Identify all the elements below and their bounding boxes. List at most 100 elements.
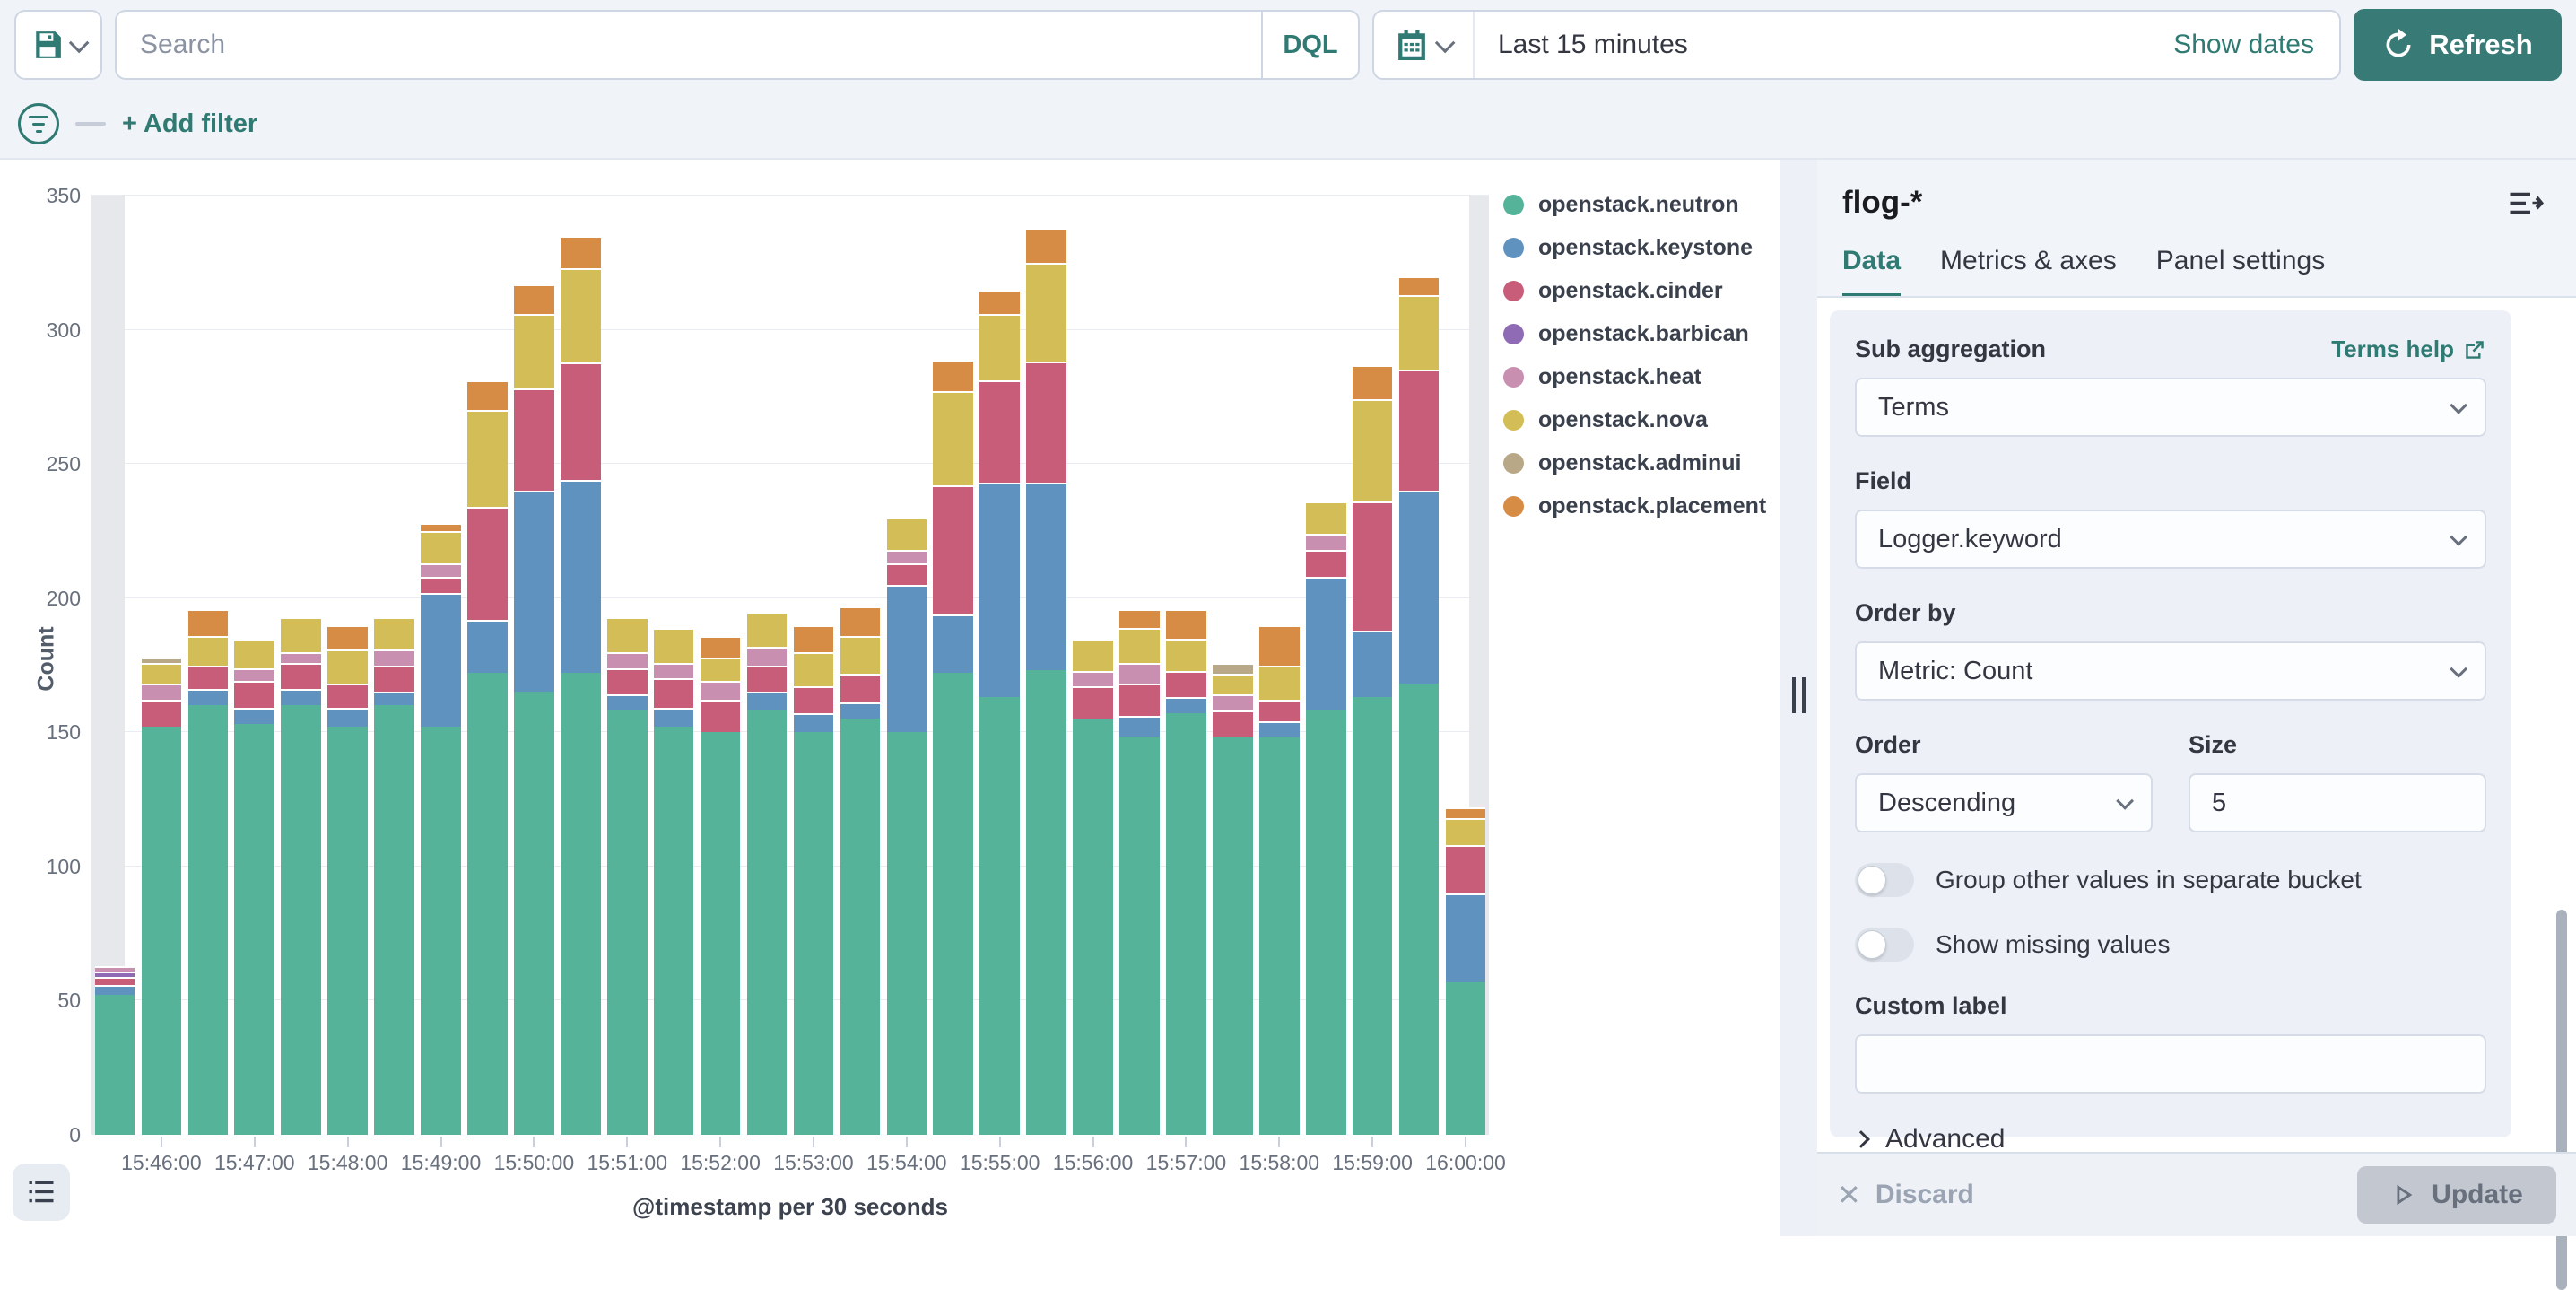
bar-segment-openstack.keystone[interactable] — [1353, 631, 1393, 698]
bar-segment-openstack.heat[interactable] — [142, 684, 182, 700]
bar-segment-openstack.nova[interactable] — [933, 391, 973, 485]
bar-segment-openstack.nova[interactable] — [1446, 818, 1486, 845]
bar-segment-openstack.nova[interactable] — [887, 518, 927, 550]
show-missing-values-toggle-row[interactable]: Show missing values — [1855, 928, 2486, 962]
bar-segment-openstack.nova[interactable] — [142, 663, 182, 684]
bar-segment-openstack.placement[interactable] — [1399, 276, 1440, 295]
bar-segment-openstack.neutron[interactable] — [374, 705, 414, 1135]
bar-segment-openstack.nova[interactable] — [327, 649, 368, 684]
toggle-switch[interactable] — [1855, 863, 1914, 897]
bar-segment-openstack.keystone[interactable] — [327, 708, 368, 727]
bar-segment-openstack.cinder[interactable] — [281, 663, 321, 690]
legend-toggle-button[interactable] — [13, 1164, 70, 1221]
bar-segment-openstack.cinder[interactable] — [1353, 501, 1393, 631]
bar-segment-openstack.heat[interactable] — [421, 563, 461, 577]
bar-segment-openstack.cinder[interactable] — [1073, 686, 1113, 719]
bar-segment-openstack.nova[interactable] — [374, 617, 414, 649]
bar-segment-openstack.cinder[interactable] — [234, 681, 274, 708]
legend-item[interactable]: openstack.keystone — [1503, 226, 1772, 269]
legend-item[interactable]: openstack.cinder — [1503, 269, 1772, 312]
bar-segment-openstack.heat[interactable] — [1119, 663, 1160, 684]
bar-segment-openstack.placement[interactable] — [421, 523, 461, 531]
bar-segment-openstack.cinder[interactable] — [840, 674, 881, 703]
bar-segment-openstack.neutron[interactable] — [95, 995, 135, 1135]
bar-segment-openstack.placement[interactable] — [327, 625, 368, 649]
bar-segment-openstack.nova[interactable] — [654, 628, 694, 663]
bar-segment-openstack.neutron[interactable] — [747, 710, 788, 1135]
bar-segment-openstack.cinder[interactable] — [1026, 362, 1066, 483]
bar-segment-openstack.placement[interactable] — [1166, 609, 1206, 639]
bar-segment-openstack.placement[interactable] — [701, 636, 741, 658]
bar-segment-openstack.keystone[interactable] — [654, 708, 694, 727]
bar-segment-openstack.neutron[interactable] — [561, 673, 601, 1135]
bar-segment-openstack.nova[interactable] — [1026, 263, 1066, 362]
bar-segment-openstack.keystone[interactable] — [514, 491, 554, 692]
bar-segment-openstack.nova[interactable] — [979, 314, 1020, 381]
add-filter-link[interactable]: + Add filter — [122, 109, 257, 139]
bar-segment-openstack.keystone[interactable] — [1399, 491, 1440, 684]
bar-segment-openstack.keystone[interactable] — [979, 483, 1020, 697]
bar-segment-openstack.keystone[interactable] — [234, 708, 274, 724]
bar-segment-openstack.heat[interactable] — [1213, 694, 1253, 710]
bar-segment-openstack.cinder[interactable] — [933, 485, 973, 614]
bar-segment-openstack.neutron[interactable] — [1259, 737, 1300, 1135]
order-select[interactable]: Descending — [1855, 773, 2153, 832]
bar-segment-openstack.nova[interactable] — [794, 652, 834, 687]
bar-segment-openstack.neutron[interactable] — [1166, 713, 1206, 1135]
bar-segment-openstack.nova[interactable] — [234, 639, 274, 668]
bar-segment-openstack.cinder[interactable] — [747, 666, 788, 693]
bar-segment-openstack.nova[interactable] — [561, 268, 601, 362]
bar-segment-openstack.heat[interactable] — [701, 681, 741, 700]
bar-segment-openstack.keystone[interactable] — [281, 689, 321, 705]
bar-segment-openstack.nova[interactable] — [421, 531, 461, 563]
bar-segment-openstack.placement[interactable] — [561, 236, 601, 268]
bar-segment-openstack.placement[interactable] — [979, 290, 1020, 314]
bar-segment-openstack.neutron[interactable] — [1353, 697, 1393, 1135]
bar-segment-openstack.placement[interactable] — [188, 609, 229, 636]
bar-segment-openstack.placement[interactable] — [1259, 625, 1300, 666]
bar-segment-openstack.nova[interactable] — [607, 617, 648, 652]
bar-segment-openstack.keystone[interactable] — [1306, 577, 1346, 711]
bar-segment-openstack.neutron[interactable] — [979, 697, 1020, 1135]
bar-segment-openstack.nova[interactable] — [467, 410, 508, 507]
bar-segment-openstack.keystone[interactable] — [1166, 697, 1206, 713]
filter-menu-icon[interactable] — [18, 103, 59, 144]
bar-segment-openstack.neutron[interactable] — [840, 719, 881, 1135]
bar-segment-openstack.neutron[interactable] — [933, 673, 973, 1135]
bar-segment-openstack.cinder[interactable] — [327, 684, 368, 708]
bar-segment-openstack.cinder[interactable] — [142, 700, 182, 727]
bar-segment-openstack.cinder[interactable] — [95, 977, 135, 985]
bar-segment-openstack.nova[interactable] — [1073, 639, 1113, 671]
bar-segment-openstack.keystone[interactable] — [840, 702, 881, 719]
bar-segment-openstack.neutron[interactable] — [1446, 982, 1486, 1136]
bar-segment-openstack.nova[interactable] — [1259, 666, 1300, 701]
bar-segment-openstack.nova[interactable] — [188, 636, 229, 666]
bar-segment-openstack.keystone[interactable] — [933, 614, 973, 674]
calendar-button[interactable] — [1374, 12, 1475, 78]
bar-segment-openstack.keystone[interactable] — [467, 620, 508, 674]
bar-segment-openstack.nova[interactable] — [1306, 501, 1346, 534]
bar-segment-openstack.adminui[interactable] — [1213, 663, 1253, 674]
legend-item[interactable]: openstack.barbican — [1503, 312, 1772, 355]
bar-segment-openstack.heat[interactable] — [281, 652, 321, 663]
group-other-values-toggle-row[interactable]: Group other values in separate bucket — [1855, 863, 2486, 897]
bar-segment-openstack.neutron[interactable] — [421, 727, 461, 1135]
legend-item[interactable]: openstack.heat — [1503, 355, 1772, 398]
refresh-button[interactable]: Refresh — [2354, 9, 2562, 81]
bar-segment-openstack.cinder[interactable] — [374, 666, 414, 693]
bar-segment-openstack.heat[interactable] — [747, 647, 788, 666]
bar-segment-openstack.cinder[interactable] — [1306, 550, 1346, 577]
discard-button[interactable]: ✕ Discard — [1837, 1178, 1974, 1212]
bar-segment-openstack.neutron[interactable] — [142, 727, 182, 1135]
bar-segment-openstack.neutron[interactable] — [1119, 737, 1160, 1135]
bar-segment-openstack.cinder[interactable] — [467, 507, 508, 620]
bar-segment-openstack.cinder[interactable] — [1259, 700, 1300, 721]
bar-segment-openstack.neutron[interactable] — [281, 705, 321, 1135]
bar-segment-openstack.keystone[interactable] — [1446, 893, 1486, 982]
bar-segment-openstack.neutron[interactable] — [607, 710, 648, 1135]
bar-segment-openstack.heat[interactable] — [607, 652, 648, 668]
legend-item[interactable]: openstack.nova — [1503, 398, 1772, 441]
sub-aggregation-select[interactable]: Terms — [1855, 378, 2486, 437]
bar-segment-openstack.cinder[interactable] — [1119, 684, 1160, 716]
bar-segment-openstack.cinder[interactable] — [979, 380, 1020, 483]
